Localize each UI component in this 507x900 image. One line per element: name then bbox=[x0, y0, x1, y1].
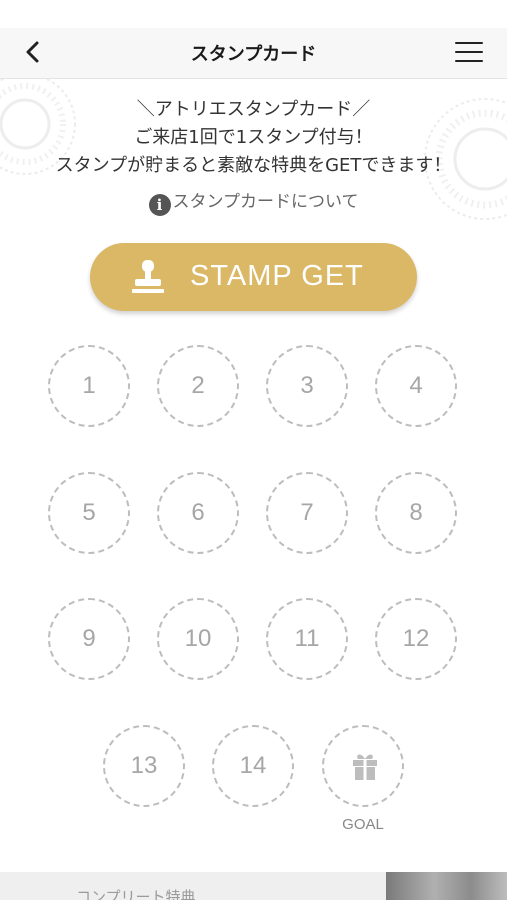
stamp-slot-3: 3 bbox=[266, 345, 348, 427]
reward-photo bbox=[386, 872, 507, 900]
complete-reward-banner[interactable]: コンプリート特典 bbox=[0, 872, 507, 900]
stamp-slot-9: 9 bbox=[48, 598, 130, 680]
stamp-slot-1: 1 bbox=[48, 345, 130, 427]
stamp-slot-6: 6 bbox=[157, 472, 239, 554]
page-title: スタンプカード bbox=[190, 44, 317, 65]
complete-reward-label: コンプリート特典 bbox=[76, 888, 196, 900]
stamp-slot-10: 10 bbox=[157, 598, 239, 680]
stamp-slot-14: 14 bbox=[212, 725, 294, 807]
back-button[interactable] bbox=[18, 36, 50, 68]
stamp-get-label: STAMP GET bbox=[190, 260, 364, 292]
stamp-slot-7: 7 bbox=[266, 472, 348, 554]
about-stamp-card-label: スタンプカードについて bbox=[172, 192, 359, 212]
about-stamp-card-link[interactable]: i スタンプカードについて bbox=[0, 187, 507, 216]
goal-label: GOAL bbox=[342, 816, 384, 833]
stamp-slot-11: 11 bbox=[266, 598, 348, 680]
stamp-icon bbox=[132, 260, 164, 293]
stamp-slot-13: 13 bbox=[103, 725, 185, 807]
status-bar-area bbox=[0, 0, 507, 28]
intro-line-1: ＼アトリエスタンプカード／ bbox=[136, 99, 371, 120]
stamp-slot-12: 12 bbox=[375, 598, 457, 680]
navigation-bar: スタンプカード bbox=[0, 28, 507, 79]
info-circle-icon: i bbox=[148, 194, 171, 216]
stamp-get-button[interactable]: STAMP GET bbox=[90, 243, 417, 311]
intro-line-2: ご来店1回で1スタンプ付与！ bbox=[134, 127, 373, 148]
goal-slot bbox=[322, 725, 404, 807]
chevron-left-icon bbox=[26, 41, 39, 63]
gift-icon bbox=[353, 754, 377, 780]
intro-section: ＼アトリエスタンプカード／ ご来店1回で1スタンプ付与！ スタンプが貯まると素敵… bbox=[0, 79, 507, 231]
stamp-slot-4: 4 bbox=[375, 345, 457, 427]
stamp-slot-2: 2 bbox=[157, 345, 239, 427]
intro-line-3: スタンプが貯まると素敵な特典をGETできます！ bbox=[55, 155, 452, 176]
stamp-slot-5: 5 bbox=[48, 472, 130, 554]
stamp-slot-8: 8 bbox=[375, 472, 457, 554]
menu-button[interactable] bbox=[455, 40, 483, 64]
